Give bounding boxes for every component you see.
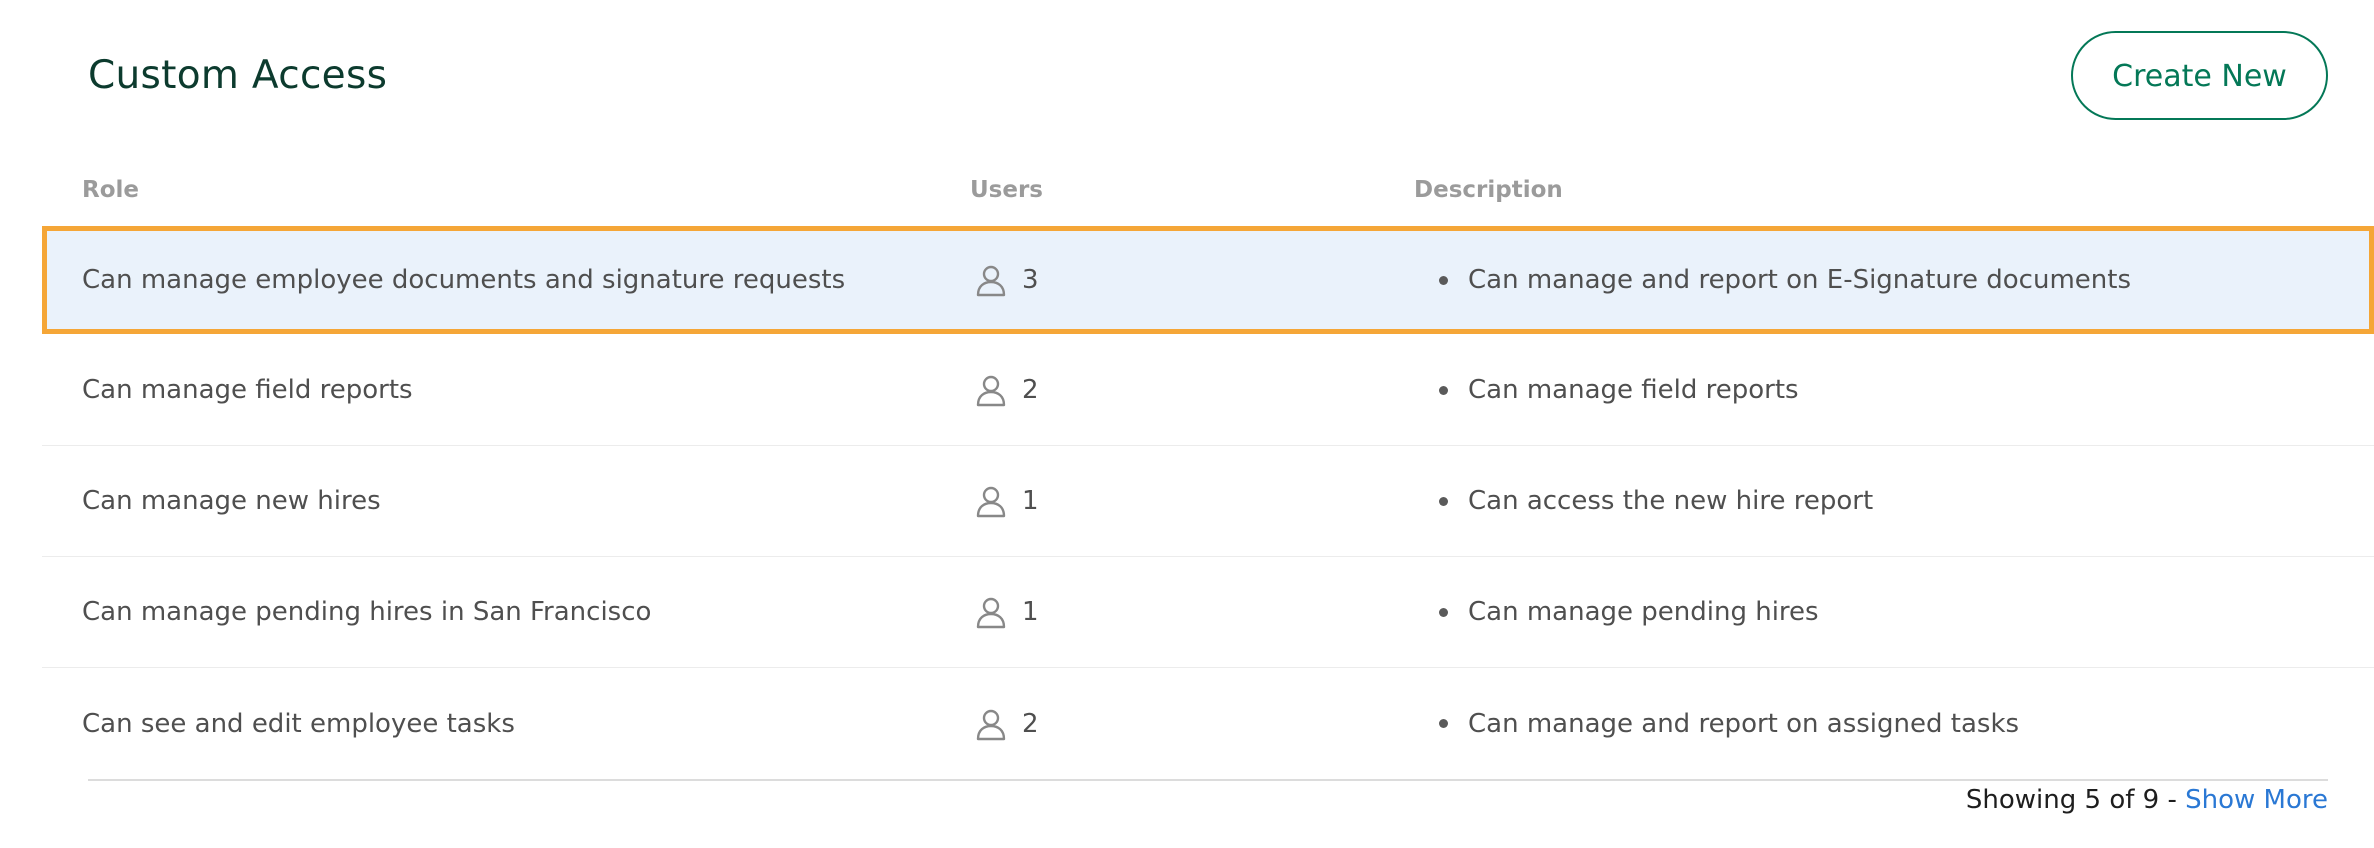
user-icon: [976, 265, 1006, 297]
user-count-value: 2: [1022, 375, 1039, 405]
column-header-users: Users: [970, 177, 1043, 203]
user-count: 2: [974, 668, 1039, 779]
role-description: Can manage and report on assigned tasks: [1436, 668, 2019, 779]
show-more-link[interactable]: Show More: [2185, 785, 2328, 815]
user-count-value: 3: [1022, 265, 1039, 295]
description-text: Can access the new hire report: [1468, 486, 1874, 516]
user-count-value: 1: [1022, 597, 1039, 627]
table-bottom-divider: [88, 779, 2328, 781]
table-row-selected[interactable]: Can manage employee documents and signat…: [42, 226, 2374, 334]
user-count-value: 1: [1022, 486, 1039, 516]
description-text: Can manage and report on assigned tasks: [1468, 708, 2020, 739]
user-count-value: 2: [1022, 708, 1039, 739]
description-text: Can manage and report on E-Signature doc…: [1468, 265, 2131, 295]
column-header-description: Description: [1414, 177, 1563, 203]
description-text: Can manage pending hires: [1468, 597, 1819, 627]
page-title: Custom Access: [88, 53, 388, 98]
user-icon: [976, 375, 1006, 407]
bullet-icon: [1439, 607, 1448, 617]
role-description: Can access the new hire report: [1436, 446, 1873, 556]
table-row[interactable]: Can manage pending hires in San Francisc…: [42, 557, 2374, 668]
role-name: Can manage field reports: [82, 375, 413, 405]
role-description: Can manage field reports: [1436, 335, 1799, 445]
bullet-icon: [1439, 496, 1448, 506]
pagination-footer: Showing 5 of 9 - Show More: [1966, 782, 2328, 818]
role-name: Can manage pending hires in San Francisc…: [82, 597, 652, 627]
table-row[interactable]: Can manage field reports 2 Can manage fi…: [42, 335, 2374, 446]
user-count: 2: [974, 335, 1039, 445]
role-name: Can manage employee documents and signat…: [82, 265, 846, 295]
role-name: Can see and edit employee tasks: [82, 708, 515, 739]
user-count: 3: [974, 231, 1039, 329]
user-icon: [976, 486, 1006, 518]
table-row[interactable]: Can manage new hires 1 Can access the ne…: [42, 446, 2374, 557]
user-count: 1: [974, 446, 1039, 556]
bullet-icon: [1439, 275, 1448, 285]
table-row[interactable]: Can see and edit employee tasks 2 Can ma…: [42, 668, 2374, 779]
user-icon: [976, 597, 1006, 629]
showing-count-text: Showing 5 of 9 -: [1965, 785, 2177, 815]
bullet-icon: [1439, 385, 1448, 395]
role-description: Can manage pending hires: [1436, 557, 1819, 667]
role-description: Can manage and report on E-Signature doc…: [1436, 231, 2131, 329]
description-text: Can manage field reports: [1468, 375, 1799, 405]
create-new-button[interactable]: Create New: [2071, 31, 2328, 120]
user-icon: [976, 709, 1006, 740]
column-header-role: Role: [82, 177, 139, 203]
role-name: Can manage new hires: [82, 486, 381, 516]
user-count: 1: [974, 557, 1039, 667]
bullet-icon: [1439, 719, 1448, 728]
